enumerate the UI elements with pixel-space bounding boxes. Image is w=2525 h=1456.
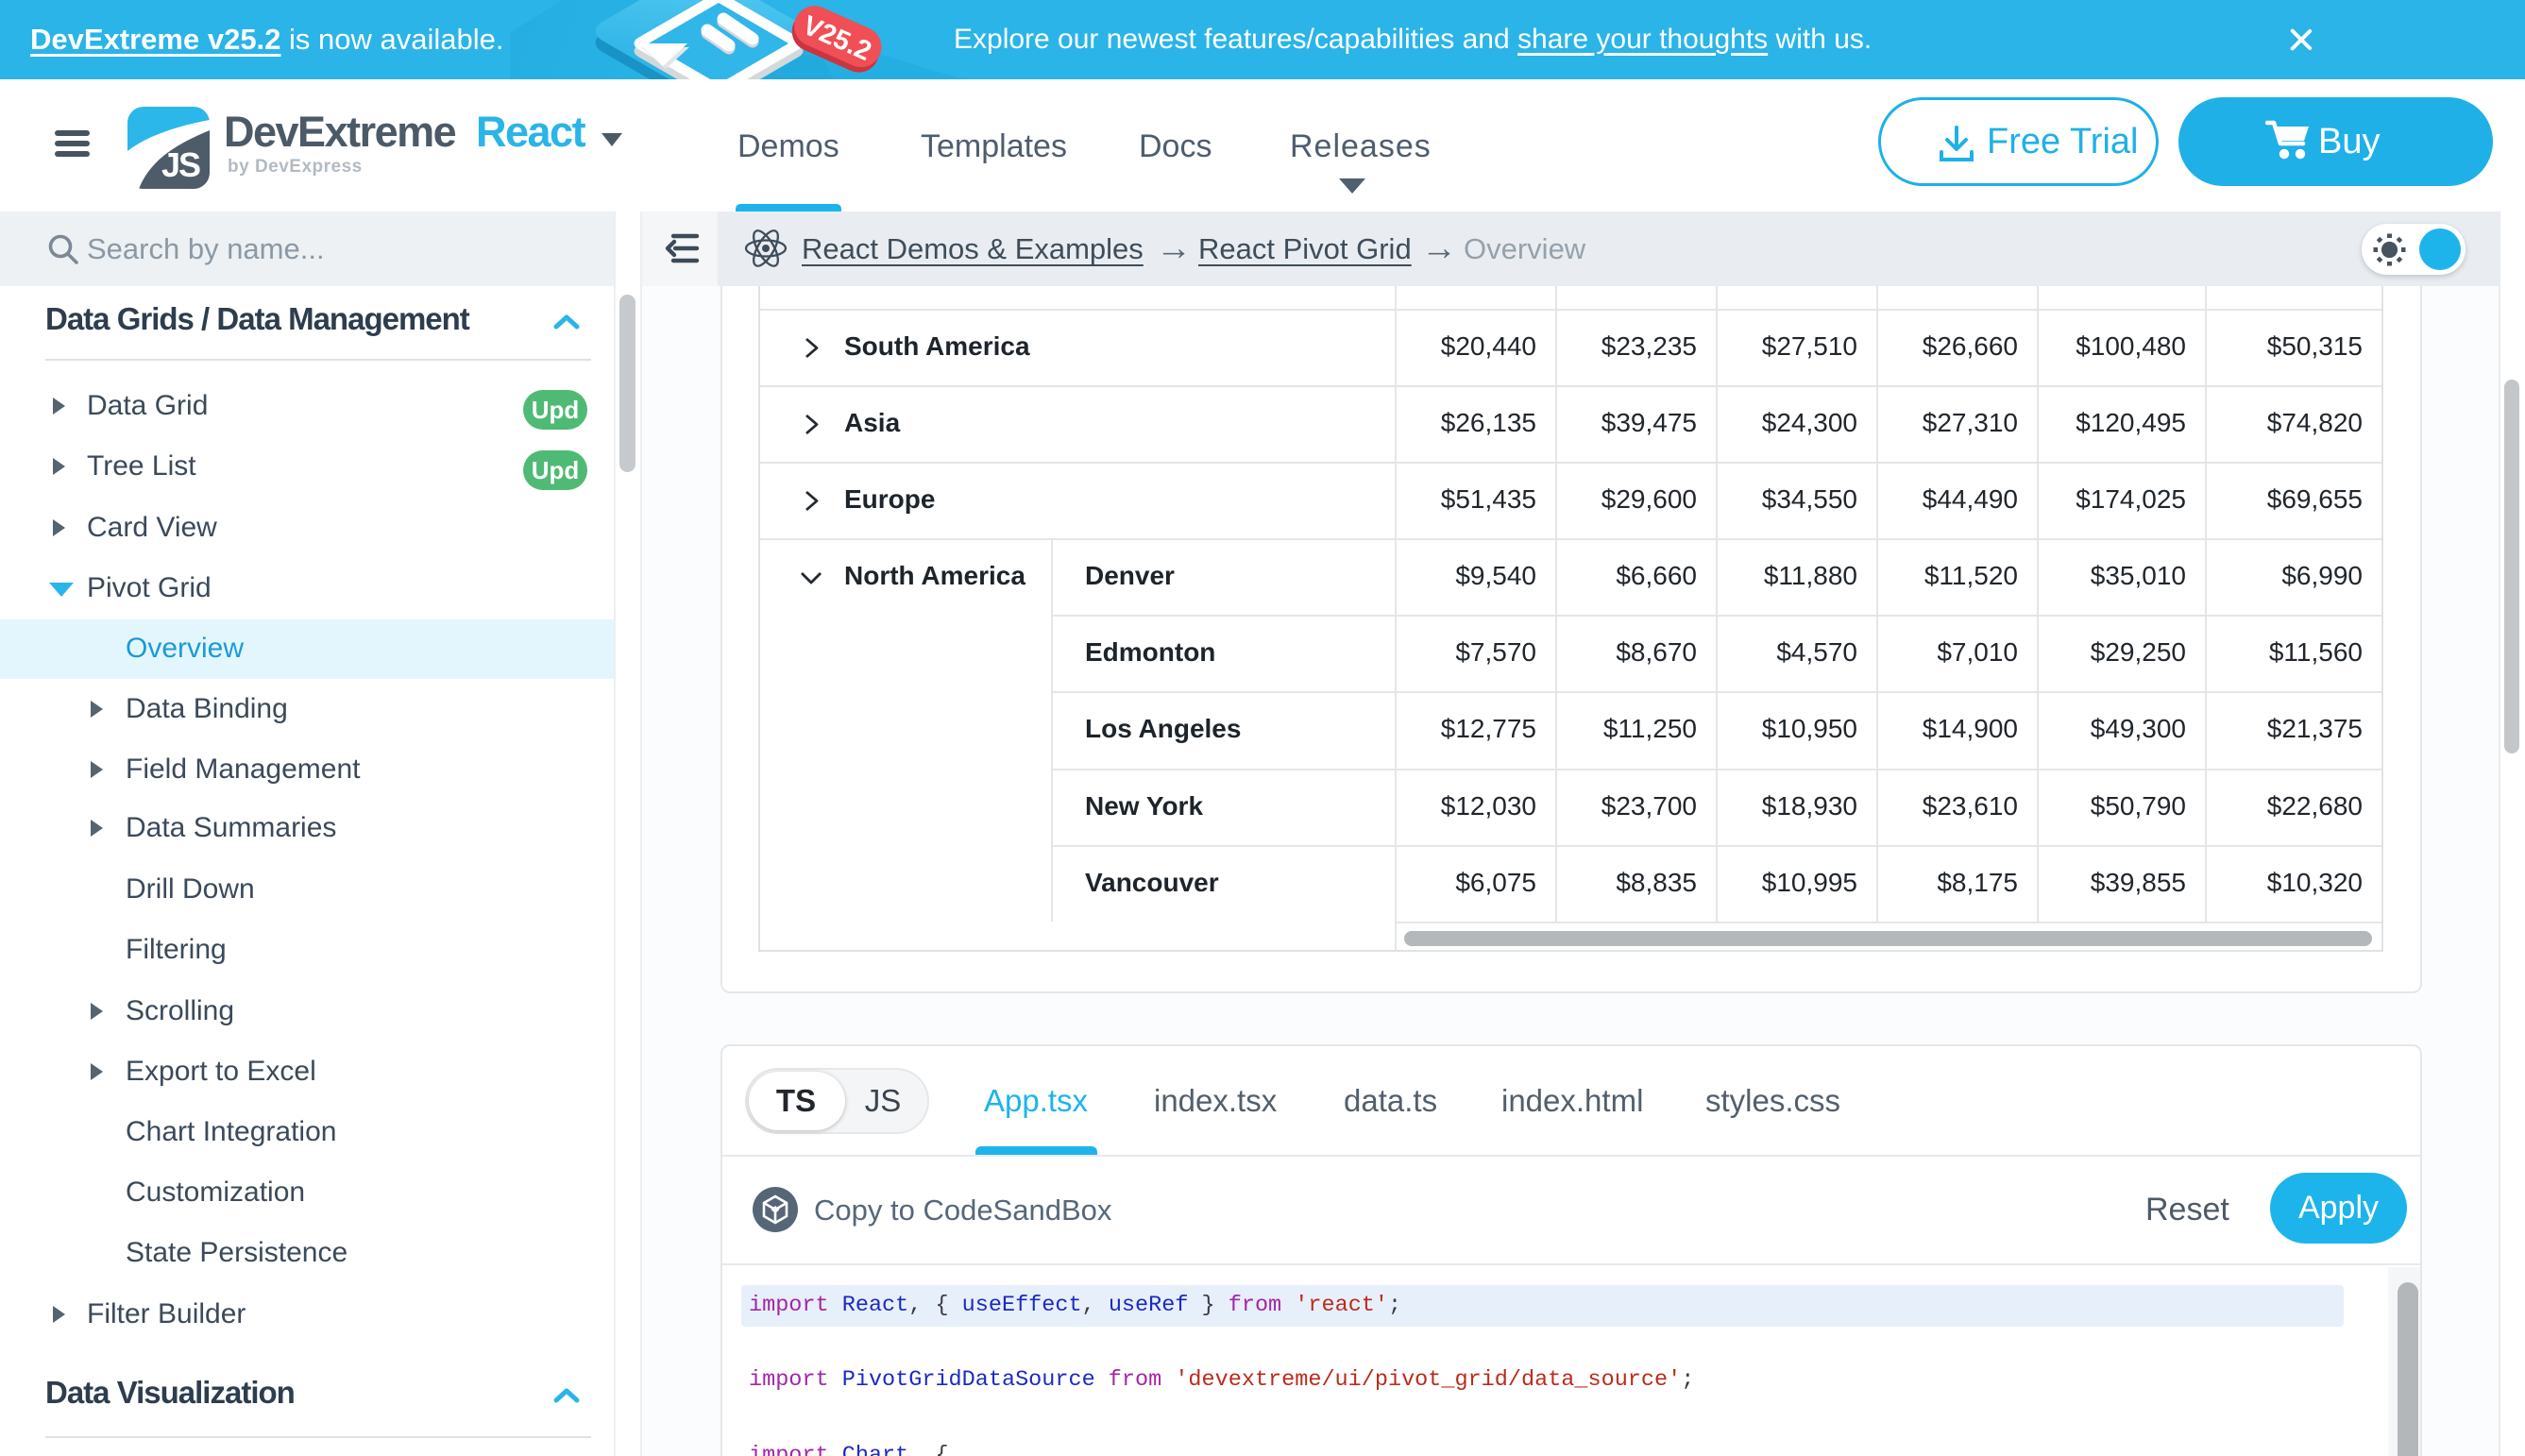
svg-text:JS: JS bbox=[161, 145, 200, 184]
